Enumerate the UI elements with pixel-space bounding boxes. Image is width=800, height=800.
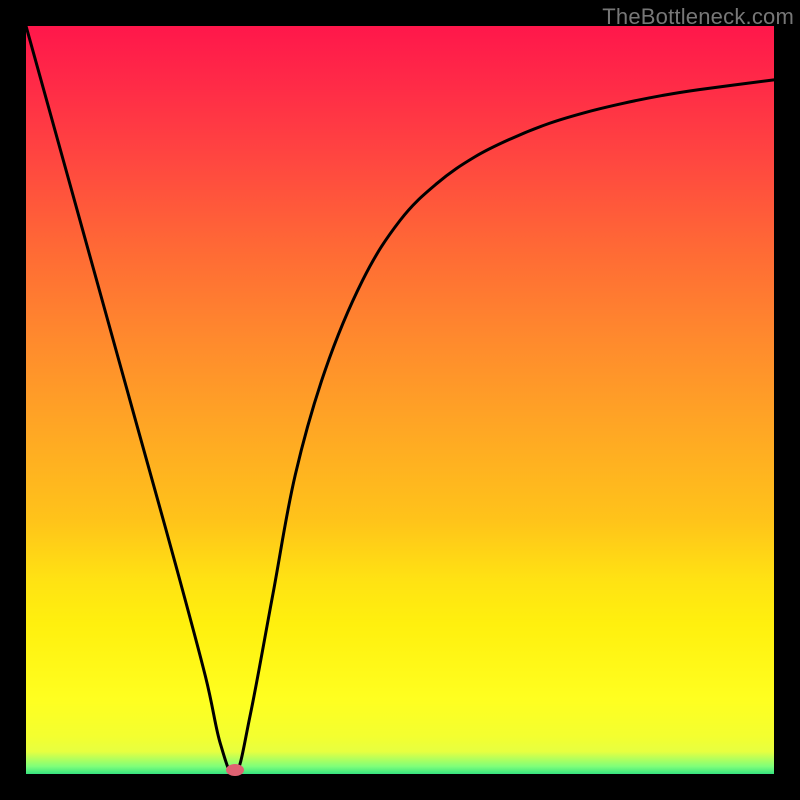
bottleneck-curve: [26, 26, 774, 774]
chart-svg: [26, 26, 774, 774]
chart-frame: TheBottleneck.com: [0, 0, 800, 800]
watermark-text: TheBottleneck.com: [602, 4, 794, 30]
chart-plot-area: [26, 26, 774, 774]
bottleneck-minimum-marker: [226, 764, 244, 776]
